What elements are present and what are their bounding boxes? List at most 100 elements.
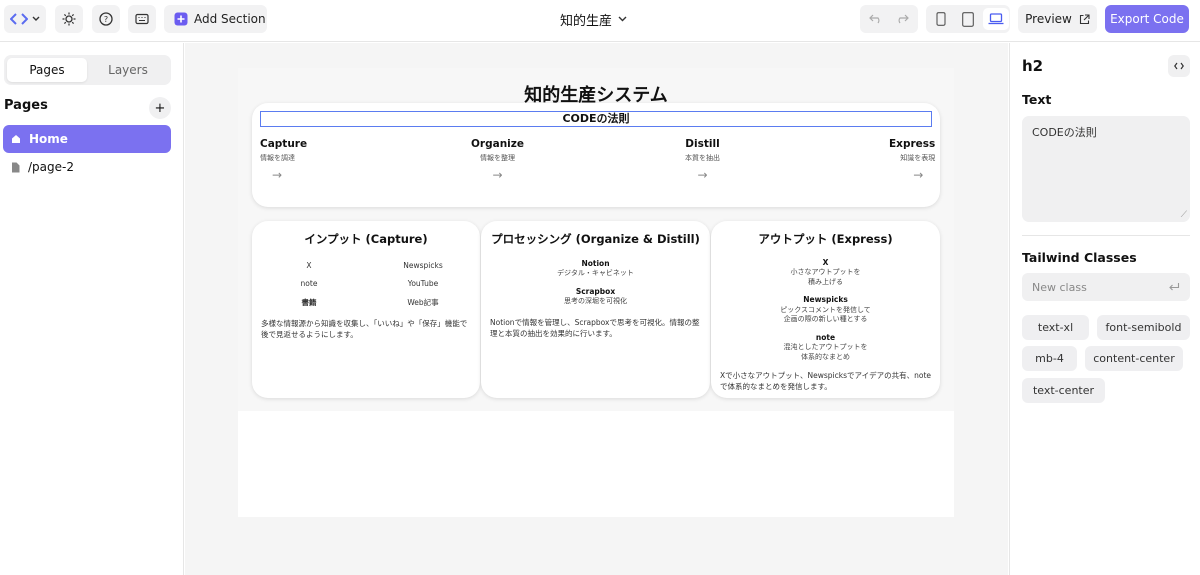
step-title: Capture [260,138,308,150]
tab-pages[interactable]: Pages [7,58,87,82]
pages-heading: Pages [4,98,48,113]
preview-button[interactable]: Preview [1018,5,1097,33]
step-express: Express 知識を表現 → [889,138,935,182]
tool-item: Notion デジタル・キャビネット [481,259,710,279]
class-chip[interactable]: text-center [1022,378,1105,403]
source-item: YouTube [407,279,439,288]
step-title: Express [889,138,936,150]
step-organize: Organize 情報を整理 → [471,138,524,182]
preview-label: Preview [1025,12,1072,26]
theme-toggle-button[interactable] [55,5,83,33]
text-editor-value: CODEの法則 [1032,126,1097,139]
page-item-home[interactable]: Home [3,125,171,153]
logo-menu-button[interactable] [4,5,46,33]
laptop-icon [988,13,1004,25]
card-description: Xで小さなアウトプット、Newspicksでアイデアの共有、noteで体系的なま… [720,370,931,392]
tab-layers[interactable]: Layers [88,58,168,82]
channel-description: 積み上げる [808,277,843,286]
channel-description: 混沌としたアウトプットを [783,343,868,352]
step-title: Organize [471,138,525,150]
arrow-right-icon: → [913,168,924,182]
arrow-right-icon: → [697,168,708,182]
processing-card[interactable]: プロセッシング (Organize & Distill) Notion デジタル… [481,221,710,398]
question-circle-icon: ? [99,12,113,26]
selected-heading[interactable]: CODEの法則 [260,111,932,127]
page-item-page-2[interactable]: /page-2 [3,153,171,181]
source-item: Newspicks [403,261,443,270]
project-title: 知的生産 [560,13,613,29]
page-item-label: /page-2 [28,160,74,174]
enter-icon [1168,282,1180,292]
source-grid: X Newspicks note YouTube 書籍 Web記事 [252,261,480,308]
resize-handle-icon[interactable]: ⟋ [1181,210,1187,220]
input-card[interactable]: インプット (Capture) X Newspicks note YouTube… [252,221,480,398]
keyboard-icon [135,13,149,25]
help-button[interactable]: ? [92,5,120,33]
channel-name: Newspicks [803,295,848,305]
add-section-label: Add Section [194,12,266,26]
desktop-device-button[interactable] [983,8,1009,30]
arrow-right-icon: → [492,168,503,182]
home-icon [11,134,21,144]
undo-icon[interactable] [869,14,883,24]
tool-item: Scrapbox 思考の深堀を可視化 [481,287,710,307]
source-item: X [306,261,312,270]
output-card[interactable]: アウトプット (Express) X 小さなアウトプットを 積み上げる News… [711,221,940,398]
card-description: Notionで情報を管理し、Scrapboxで思考を可視化。情報の整理と本質の抽… [490,317,700,338]
editor-canvas: 知的生産システム CODEの法則 Capture 情報を調達 → Organiz… [185,43,1008,575]
channel-description: 企画の際の新しい種とする [783,315,868,324]
tool-name: Scrapbox [575,286,616,296]
source-item: Web記事 [407,298,439,307]
channel-name: note [815,332,836,342]
channel-name: X [822,258,829,267]
project-title-dropdown[interactable]: 知的生産 [560,9,627,29]
selected-element-tag: h2 [1022,57,1044,75]
empty-section[interactable] [238,411,954,517]
class-chip[interactable]: mb-4 [1022,346,1077,371]
plus-square-icon [174,12,188,26]
step-title: Distill [685,138,720,150]
device-switcher [926,5,1010,33]
text-section-label: Text [1022,92,1052,107]
class-chip[interactable]: font-semibold [1097,315,1190,340]
card-title: プロセッシング (Organize & Distill) [491,232,700,246]
svg-text:?: ? [104,15,108,24]
add-section-button[interactable]: Add Section [164,5,267,33]
left-sidebar: Pages Layers Pages + Home /page-2 [0,43,184,575]
step-subtitle: 知識を表現 [900,154,936,162]
add-page-button[interactable]: + [149,97,171,119]
class-chip[interactable]: content-center [1085,346,1183,371]
chevron-down-icon [618,16,627,22]
step-distill: Distill 本質を抽出 → [685,138,720,182]
mobile-icon [936,12,946,26]
text-editor[interactable]: CODEの法則 ⟋ [1022,116,1190,222]
redo-icon[interactable] [895,14,909,24]
card-title: アウトプット (Express) [758,232,893,246]
external-link-icon [1079,13,1090,25]
top-toolbar: ? Add Section 知的生産 Preview Export Code [0,0,1200,42]
sidebar-tabs: Pages Layers [4,55,171,85]
tool-description: デジタル・キャビネット [557,269,634,278]
step-subtitle: 本質を抽出 [685,154,720,162]
tablet-device-button[interactable] [956,8,980,30]
step-subtitle: 情報を調達 [260,154,295,162]
mobile-device-button[interactable] [929,8,953,30]
history-controls [860,5,918,33]
source-item: 書籍 [301,298,317,307]
properties-panel: h2 Text CODEの法則 ⟋ Tailwind Classes New c… [1009,43,1200,575]
page-item-label: Home [29,132,68,146]
export-code-label: Export Code [1110,12,1184,26]
tailwind-classes-label: Tailwind Classes [1022,250,1137,265]
class-chip[interactable]: text-xl [1022,315,1089,340]
channel-item: note 混沌としたアウトプットを 体系的なまとめ [711,333,940,362]
card-title: インプット (Capture) [304,232,428,246]
chevron-down-icon [32,16,40,22]
tool-description: 思考の深堀を可視化 [564,297,627,306]
keyboard-shortcuts-button[interactable] [128,5,156,33]
view-code-button[interactable] [1168,55,1190,77]
export-code-button[interactable]: Export Code [1105,5,1189,33]
code-icon [1174,62,1184,70]
new-class-input[interactable]: New class [1022,273,1190,301]
divider [1022,235,1190,236]
tool-name: Notion [581,259,610,268]
